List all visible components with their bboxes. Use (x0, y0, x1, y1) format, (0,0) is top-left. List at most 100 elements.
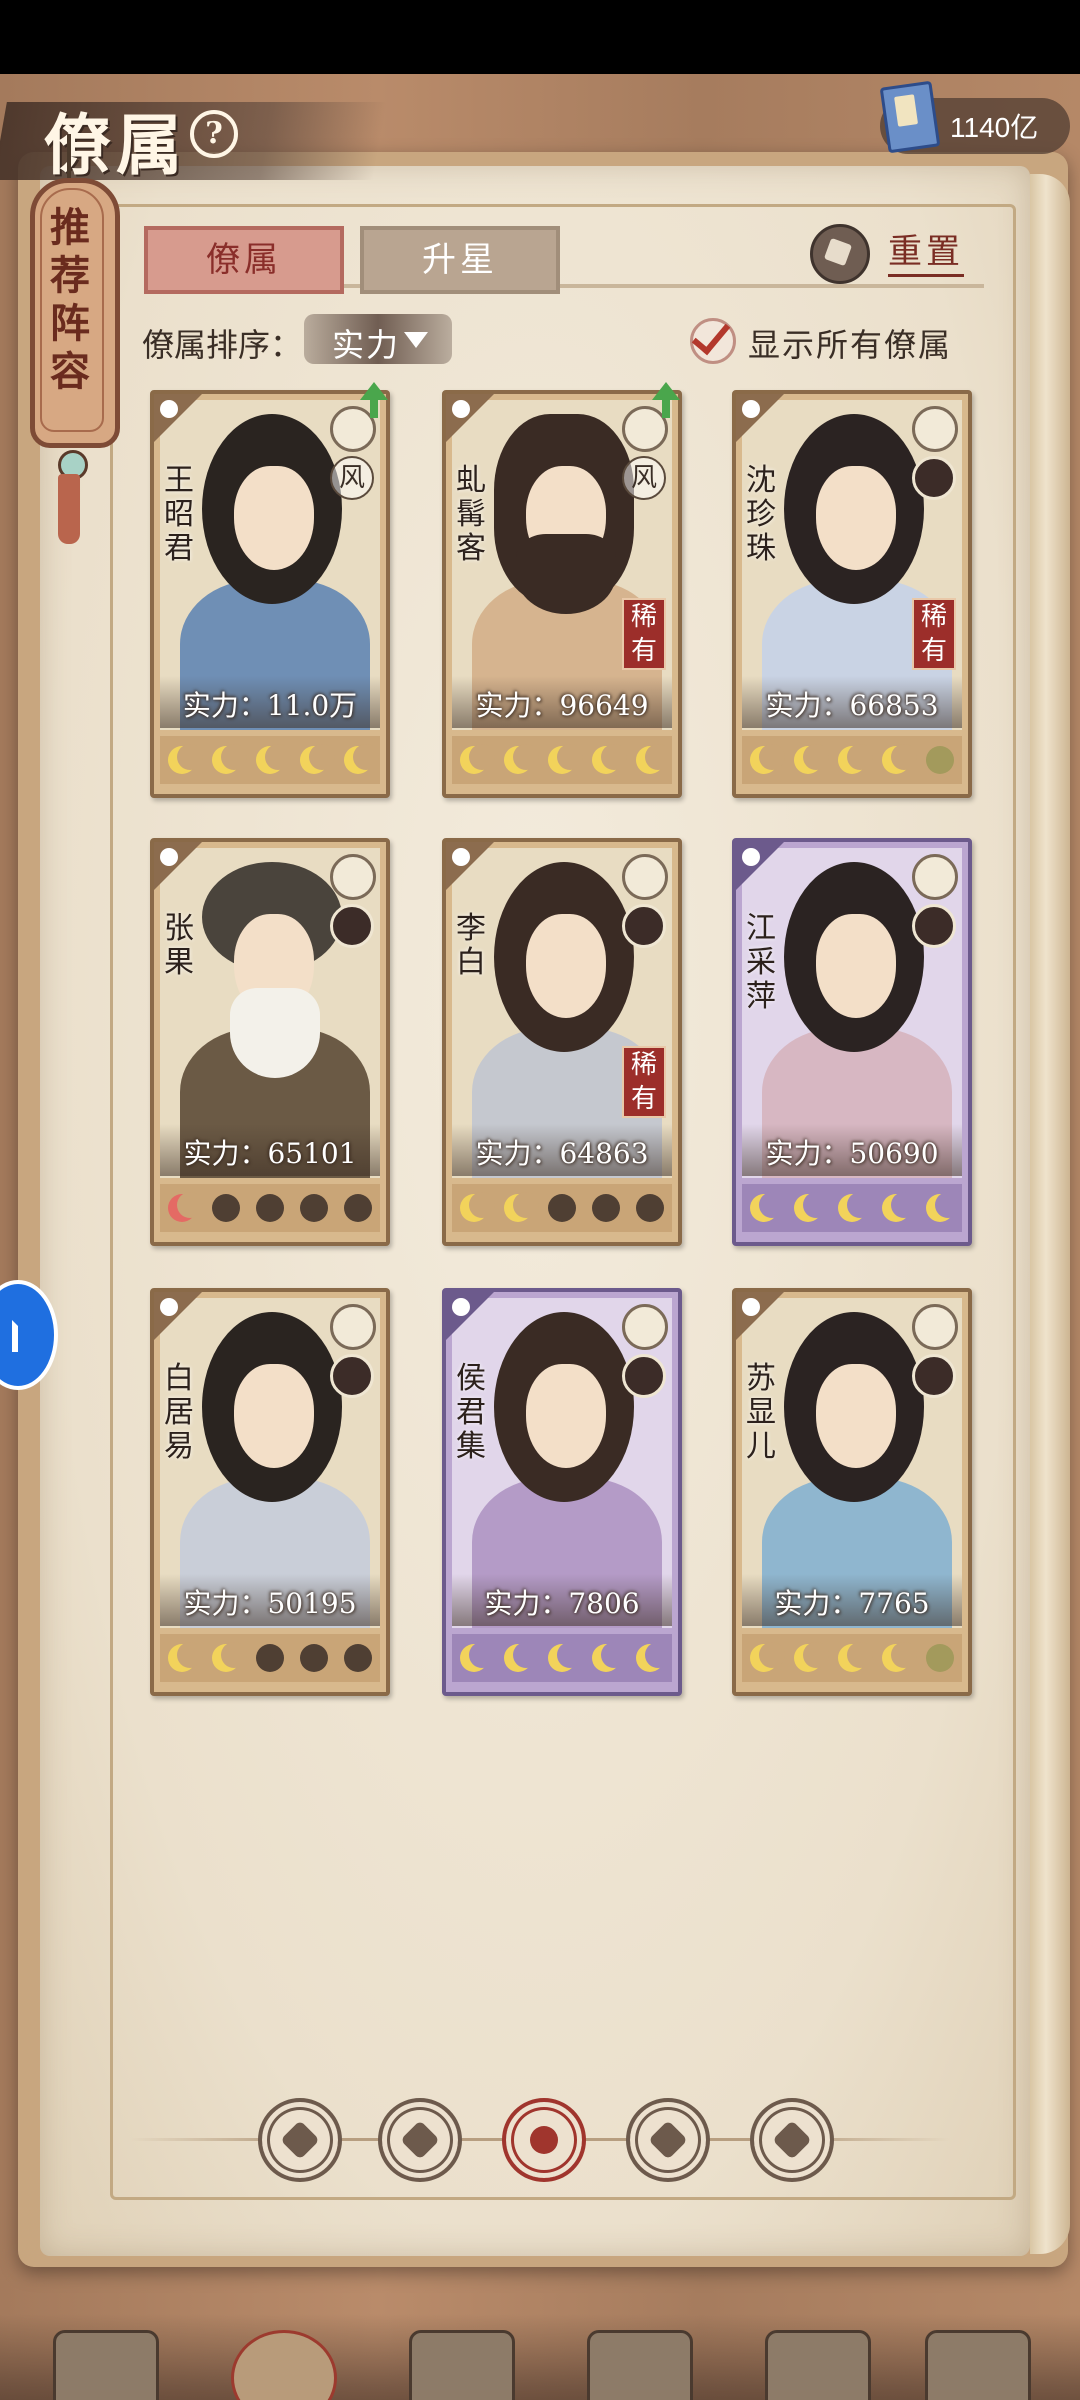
portrait-face (816, 466, 896, 570)
attendant-name: 白居易 (164, 1361, 194, 1464)
moon-star-icon (750, 1192, 785, 1222)
moon-star-icon (838, 1642, 873, 1672)
attendant-power: 实力：96649 (475, 689, 649, 722)
moon-star-icon (926, 1644, 954, 1672)
team-tag: 风 (330, 456, 374, 500)
role-emblem-icon (622, 1304, 668, 1350)
attendant-card[interactable]: 江采萍 实力：50690 (732, 838, 972, 1246)
moon-star-icon (168, 1642, 203, 1672)
moon-star-icon (592, 744, 627, 774)
role-emblem-icon (330, 1304, 376, 1350)
portrait-face (816, 914, 896, 1018)
partner-avatar (912, 904, 956, 948)
attendant-name: 虬髯客 (456, 463, 486, 566)
attendant-card[interactable]: 苏显儿 实力：7765 (732, 1288, 972, 1696)
page-curl (1030, 174, 1070, 2254)
moon-star-icon (460, 1642, 495, 1672)
moon-star-icon (548, 1194, 576, 1222)
reset-icon[interactable] (810, 224, 870, 284)
help-icon[interactable]: ? (190, 110, 238, 158)
sort-label: 僚属排序： (142, 326, 303, 364)
attendant-name: 李白 (456, 911, 486, 980)
star-rating (742, 1184, 962, 1232)
moon-star-icon (750, 1642, 785, 1672)
nav-attendants[interactable]: 僚属 (206, 2324, 356, 2400)
county-building-icon (53, 2330, 159, 2400)
reset-button[interactable]: 重置 (888, 230, 964, 277)
nav-affairs[interactable]: 政务 (384, 2324, 534, 2400)
moon-star-icon (882, 744, 917, 774)
moon-star-icon (882, 1642, 917, 1672)
attendant-name: 王昭君 (164, 463, 194, 566)
moon-star-icon (592, 1194, 620, 1222)
filter-helmet-icon[interactable] (378, 2098, 462, 2182)
star-rating (742, 1634, 962, 1682)
outskirts-gate-icon (765, 2330, 871, 2400)
nav-outskirts[interactable]: 城郊 (740, 2324, 890, 2400)
moon-star-icon (300, 1644, 328, 1672)
attendant-name: 江采萍 (746, 911, 776, 1014)
filter-gourd-icon[interactable] (502, 2098, 586, 2182)
book-currency-icon (879, 80, 941, 154)
moon-star-icon (460, 744, 495, 774)
attendant-card[interactable]: 张果 实力：65101 (150, 838, 390, 1246)
attendant-card[interactable]: 白居易 实力：50195 (150, 1288, 390, 1696)
attendant-card[interactable]: 侯君集 实力：7806 (442, 1288, 682, 1696)
moon-star-icon (504, 1192, 539, 1222)
filter-all-diamond-icon[interactable] (258, 2098, 342, 2182)
moon-star-icon (256, 1194, 284, 1222)
portrait-face (816, 1364, 896, 1468)
attendant-card[interactable]: 风 王昭君 实力：11.0万 (150, 390, 390, 798)
moon-star-icon (344, 744, 379, 774)
moon-star-icon (636, 744, 671, 774)
system-status-bar (0, 0, 1080, 74)
tab-star-up[interactable]: 升星 (360, 226, 560, 294)
portrait-face (234, 466, 314, 570)
attendant-card[interactable]: 沈珍珠 稀有 实力：66853 (732, 390, 972, 798)
star-rating (452, 1184, 672, 1232)
attendant-power: 实力：66853 (765, 689, 939, 722)
moon-star-icon (504, 744, 539, 774)
sort-value: 实力 (332, 326, 401, 364)
moon-star-icon (256, 1644, 284, 1672)
filter-lion-icon[interactable] (750, 2098, 834, 2182)
game-screen: 僚属 ? 1140亿 推荐阵容 僚属 升星 重置 僚属排序： 实力 显示所有僚属… (0, 74, 1080, 2400)
moon-star-icon (168, 1192, 203, 1222)
moon-star-icon (256, 744, 291, 774)
attendant-card[interactable]: 风 虬髯客 稀有 实力：96649 (442, 390, 682, 798)
star-rating (742, 736, 962, 784)
role-emblem-icon (912, 854, 958, 900)
nine-provinces-map-icon (925, 2330, 1031, 2400)
moon-star-icon (926, 1192, 961, 1222)
portrait-face (526, 1364, 606, 1468)
upgrade-arrow-icon (652, 382, 680, 418)
tab-attendants[interactable]: 僚属 (144, 226, 344, 294)
nav-nine-provinces[interactable]: 九州 (900, 2324, 1050, 2400)
currency-value: 1140亿 (950, 112, 1039, 143)
page-title: 僚属 (44, 106, 188, 184)
moon-star-icon (300, 744, 335, 774)
moon-star-icon (592, 1642, 627, 1672)
moon-star-icon (168, 744, 203, 774)
partner-avatar (330, 904, 374, 948)
moon-star-icon (212, 744, 247, 774)
moon-star-icon (838, 1192, 873, 1222)
nav-county[interactable]: 县邑 (28, 2324, 178, 2400)
portrait-face (234, 1364, 314, 1468)
moon-star-icon (882, 1192, 917, 1222)
prefecture-mountain-icon (587, 2330, 693, 2400)
show-all-checkbox[interactable] (690, 318, 736, 364)
affairs-documents-icon (409, 2330, 515, 2400)
moon-star-icon (344, 1194, 372, 1222)
attendant-power: 实力：7806 (484, 1587, 640, 1620)
filter-fan-icon[interactable] (626, 2098, 710, 2182)
nav-prefecture[interactable]: 州 (562, 2324, 712, 2400)
show-all-label[interactable]: 显示所有僚属 (748, 320, 952, 366)
moon-star-icon (636, 1194, 664, 1222)
moon-star-icon (300, 1194, 328, 1222)
attendant-name: 苏显儿 (746, 1361, 776, 1464)
moon-star-icon (794, 1642, 829, 1672)
attendant-card[interactable]: 李白 稀有 实力：64863 (442, 838, 682, 1246)
role-emblem-icon (912, 1304, 958, 1350)
team-tag: 风 (622, 456, 666, 500)
